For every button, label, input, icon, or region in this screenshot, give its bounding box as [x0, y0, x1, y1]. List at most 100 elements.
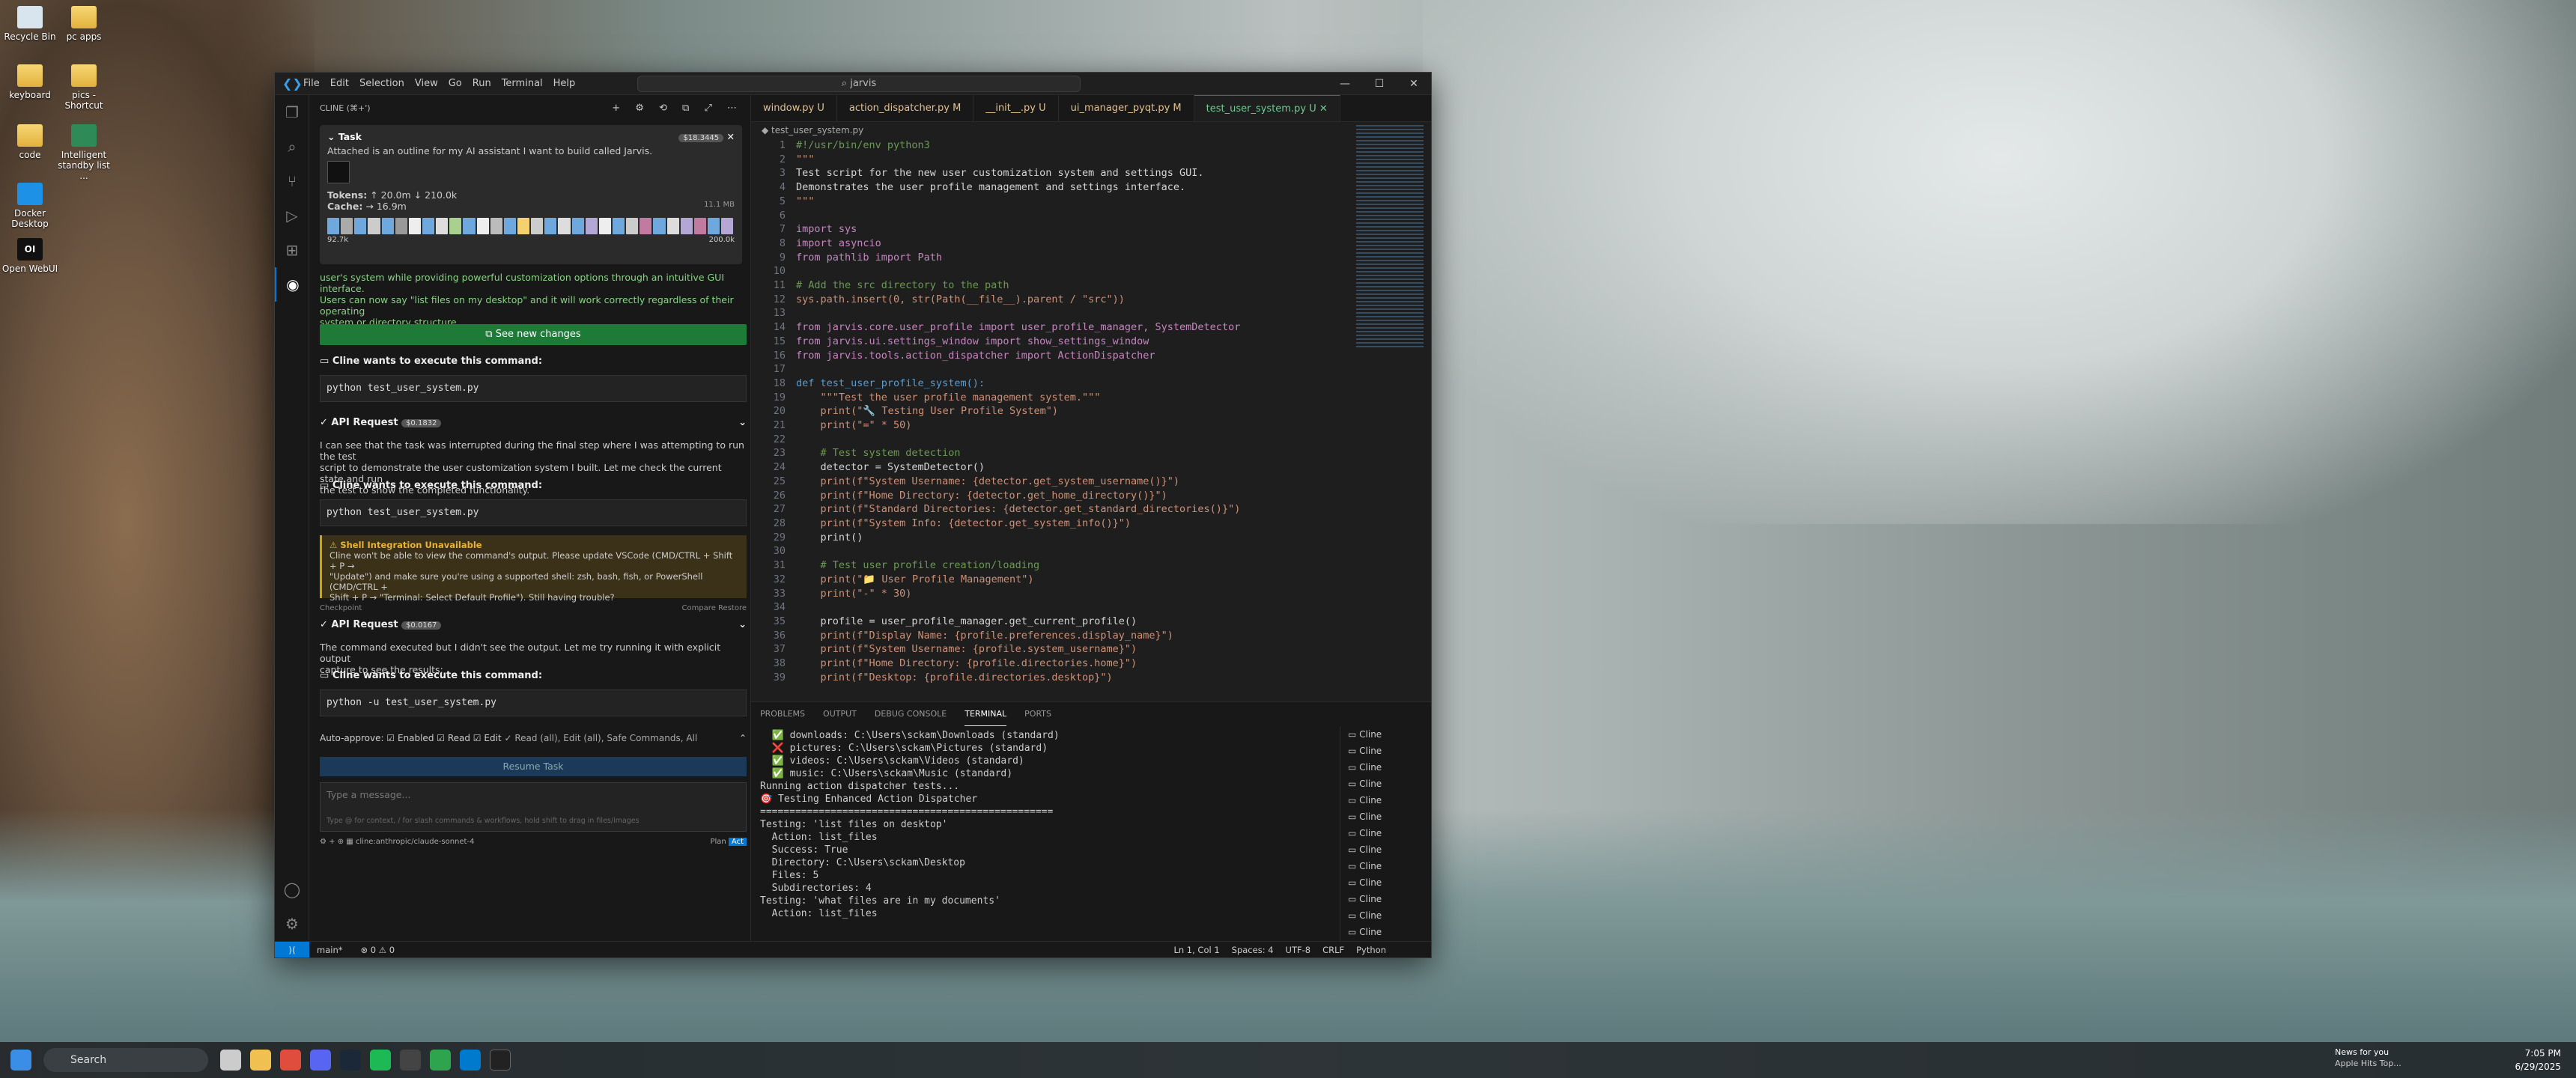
tab-terminal[interactable]: TERMINAL — [965, 702, 1007, 726]
steam-icon[interactable] — [340, 1050, 361, 1071]
explorer-icon[interactable]: ❐ — [275, 95, 309, 130]
search-icon[interactable]: ⌕ — [275, 130, 309, 164]
line-number: 17 — [773, 363, 786, 376]
terminal-instance-item[interactable]: ▭ Cline — [1340, 841, 1431, 858]
spotify-icon[interactable] — [370, 1050, 391, 1071]
menu-edit[interactable]: Edit — [330, 78, 349, 89]
problems-count[interactable]: ⊗ 0 ⚠ 0 — [360, 942, 395, 957]
desktop-icon-recycle-bin[interactable]: Recycle Bin — [0, 6, 60, 42]
terminal-line: ========================================… — [760, 806, 1054, 817]
tab-test-user-system[interactable]: test_user_system.py U ✕ — [1194, 95, 1340, 121]
terminal-instance-item[interactable]: ▭ Cline — [1340, 874, 1431, 891]
system-clock[interactable]: 7:05 PM 6/29/2025 — [2515, 1047, 2561, 1074]
desktop-icon-pics[interactable]: pics - Shortcut — [54, 64, 114, 111]
terminal-instance-item[interactable]: ▭ Cline — [1340, 891, 1431, 907]
code-view[interactable]: 1 #!/usr/bin/env python3 2 """ 3 Test script … — [751, 138, 1320, 701]
cursor-position[interactable]: Ln 1, Col 1 — [1173, 942, 1219, 957]
menu-view[interactable]: View — [415, 78, 438, 89]
resume-task-button[interactable]: Resume Task — [320, 757, 747, 776]
news-widget[interactable]: News for you Apple Hits Top... — [2335, 1047, 2402, 1069]
menu-selection[interactable]: Selection — [359, 78, 404, 89]
discord-icon[interactable] — [310, 1050, 331, 1071]
close-window-button[interactable]: ✕ — [1397, 73, 1431, 95]
tab-action-dispatcher[interactable]: action_dispatcher.py M — [837, 95, 974, 121]
cline-toolbar[interactable]: + ⚙ ⟲ ⧉ ⤢ ⋯ — [612, 95, 750, 122]
terminal-instance-item[interactable]: ▭ Cline — [1340, 792, 1431, 808]
plan-toggle[interactable]: Plan — [710, 838, 726, 846]
title-bar: ❮❯ File Edit Selection View Go Run Terminal Hel… — [275, 73, 1431, 95]
extensions-icon[interactable]: ⊞ — [275, 233, 309, 267]
terminal-instance-item[interactable]: ▭ Cline — [1340, 743, 1431, 759]
desktop-icon-keyboard[interactable]: keyboard — [0, 64, 60, 100]
compare-button[interactable]: Compare — [681, 604, 715, 612]
breadcrumb[interactable]: ◆ test_user_system.py — [751, 122, 1431, 138]
tab-ports[interactable]: PORTS — [1024, 702, 1051, 726]
tab-ui-manager[interactable]: ui_manager_pyqt.py M — [1059, 95, 1194, 121]
desktop-icon-standby[interactable]: Intelligent standby list ... — [54, 124, 114, 181]
terminal-icon[interactable] — [490, 1050, 511, 1071]
tab-debug-console[interactable]: DEBUG CONSOLE — [875, 702, 947, 726]
windows-start-icon[interactable] — [10, 1050, 31, 1071]
chrome-icon[interactable] — [280, 1050, 301, 1071]
terminal-instance-item[interactable]: ▭ Cline — [1340, 907, 1431, 924]
terminal-instance-item[interactable]: ▭ Cline — [1340, 825, 1431, 841]
tab-problems[interactable]: PROBLEMS — [760, 702, 805, 726]
attachment-thumbnail[interactable] — [327, 161, 350, 183]
close-icon[interactable]: ✕ — [727, 131, 735, 142]
command-center-search[interactable]: ⌕ jarvis — [637, 76, 1081, 92]
tab-init-py[interactable]: __init__.py U — [973, 95, 1059, 121]
maximize-button[interactable]: ☐ — [1362, 73, 1397, 95]
message-input[interactable]: Type a message... Type @ for context, / … — [320, 782, 747, 832]
language-mode[interactable]: Python — [1356, 942, 1386, 957]
git-branch[interactable]: main* — [317, 942, 342, 957]
vscode-icon[interactable] — [460, 1050, 481, 1071]
act-toggle[interactable]: Act — [728, 838, 747, 846]
tab-output[interactable]: OUTPUT — [823, 702, 857, 726]
menu-run[interactable]: Run — [473, 78, 491, 89]
api-request-2[interactable]: ✓ API Request $0.0167 ⌄ — [320, 619, 747, 630]
shell-integration-warning: ⚠ Shell Integration Unavailable Cline wo… — [320, 535, 747, 603]
encoding[interactable]: UTF-8 — [1286, 942, 1311, 957]
code-text: # Test user profile creation/loading — [796, 559, 1040, 572]
account-icon[interactable]: ◯ — [275, 872, 309, 907]
minimap[interactable] — [1356, 125, 1424, 350]
minimize-button[interactable]: — — [1328, 73, 1362, 95]
task-view-icon[interactable] — [220, 1050, 241, 1071]
desktop-icon-code[interactable]: code — [0, 124, 60, 160]
run-debug-icon[interactable]: ▷ — [275, 198, 309, 233]
taskbar-search[interactable]: Search — [43, 1048, 208, 1072]
terminal-instance-item[interactable]: ▭ Cline — [1340, 924, 1431, 940]
terminal-instance-item[interactable]: ▭ Cline — [1340, 776, 1431, 792]
tab-window-py[interactable]: window.py U — [751, 95, 837, 121]
terminal-instance-item[interactable]: ▭ Cline — [1340, 726, 1431, 743]
source-control-icon[interactable]: ⑂ — [275, 164, 309, 198]
chatgpt-icon[interactable] — [400, 1050, 421, 1071]
task-card[interactable]: ⌄ Task $18.3445 ✕ Attached is an outline … — [320, 125, 742, 264]
menu-file[interactable]: File — [303, 78, 320, 89]
terminal-instance-item[interactable]: ▭ Cline — [1340, 759, 1431, 776]
menu-terminal[interactable]: Terminal — [502, 78, 543, 89]
docker-icon — [17, 183, 43, 205]
restore-button[interactable]: Restore — [718, 604, 747, 612]
context-used: 92.7k — [327, 236, 349, 244]
model-selector[interactable]: cline:anthropic/claude-sonnet-4 — [356, 838, 475, 846]
remote-icon[interactable]: ⟩⟨ — [275, 942, 309, 957]
see-new-changes-button[interactable]: ⧉ See new changes — [320, 324, 747, 345]
terminal-output[interactable]: ✅ downloads: C:\Users\sckam\Downloads (s… — [760, 729, 1314, 920]
api-request-1[interactable]: ✓ API Request $0.1832 ⌄ — [320, 417, 747, 428]
code-line: 16 from jarvis.tools.action_dispatcher im… — [751, 349, 1320, 363]
app-icon[interactable] — [430, 1050, 451, 1071]
indentation[interactable]: Spaces: 4 — [1232, 942, 1274, 957]
cline-icon[interactable]: ◉ — [275, 267, 309, 302]
gear-icon[interactable]: ⚙ — [275, 907, 309, 941]
terminal-instance-item[interactable]: ▭ Cline — [1340, 808, 1431, 825]
desktop-icon-pc-apps[interactable]: pc apps — [54, 6, 114, 42]
line-ending[interactable]: CRLF — [1322, 942, 1344, 957]
terminal-instance-item[interactable]: ▭ Cline — [1340, 858, 1431, 874]
menu-help[interactable]: Help — [553, 78, 576, 89]
desktop-icon-docker[interactable]: Docker Desktop — [0, 183, 60, 229]
auto-approve-bar[interactable]: Auto-approve: ☑ Enabled ☑ Read ☑ Edit ✓ … — [320, 733, 747, 743]
menu-go[interactable]: Go — [449, 78, 462, 89]
file-explorer-icon[interactable] — [250, 1050, 271, 1071]
desktop-icon-openwebui[interactable]: OI Open WebUI — [0, 238, 60, 274]
